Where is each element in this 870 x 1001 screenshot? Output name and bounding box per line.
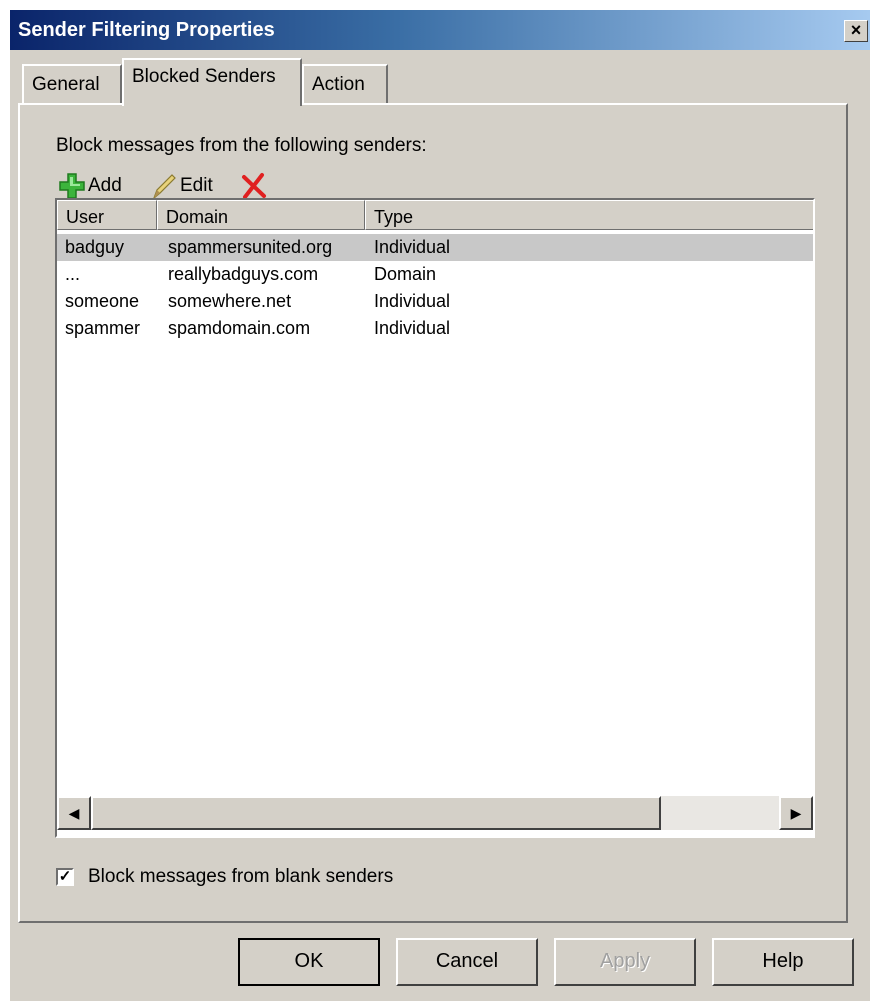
checkmark-icon: ✓: [58, 868, 72, 885]
add-plus-icon: [59, 173, 85, 199]
apply-button: Apply: [554, 938, 696, 986]
column-header-type[interactable]: Type: [365, 200, 813, 230]
tab-general[interactable]: General: [22, 64, 122, 104]
title-bar[interactable]: Sender Filtering Properties ×: [10, 10, 870, 50]
edit-button-label: Edit: [180, 175, 213, 196]
triangle-left-icon: ◀: [68, 805, 80, 821]
window-title: Sender Filtering Properties: [18, 19, 275, 41]
block-blank-senders-option[interactable]: ✓ Block messages from blank senders: [56, 866, 393, 888]
close-button[interactable]: ×: [844, 20, 868, 42]
ok-button[interactable]: OK: [238, 938, 380, 986]
tab-general-label: General: [32, 74, 100, 95]
cell-domain: spammersunited.org: [168, 237, 333, 257]
close-icon: ×: [850, 20, 862, 40]
scroll-right-button[interactable]: ▶: [779, 796, 813, 830]
cell-type: Individual: [374, 237, 451, 257]
pencil-icon: [152, 174, 176, 200]
instructions-label: Block messages from the following sender…: [56, 135, 427, 156]
red-x-icon: [242, 173, 266, 199]
horizontal-scrollbar[interactable]: ◀ ▶: [57, 796, 813, 830]
scroll-thumb[interactable]: [91, 796, 661, 830]
cancel-button[interactable]: Cancel: [396, 938, 538, 986]
cell-user: ...: [65, 264, 81, 284]
tab-blocked-senders[interactable]: Blocked Senders: [122, 58, 302, 106]
cell-type: Individual: [374, 291, 451, 311]
block-blank-senders-label: Block messages from blank senders: [88, 866, 394, 887]
cell-type: Individual: [374, 318, 451, 338]
column-header-domain[interactable]: Domain: [157, 200, 365, 230]
table-row[interactable]: badguy spammersunited.org Individual: [57, 234, 813, 261]
cell-domain: somewhere.net: [168, 291, 292, 311]
tab-action[interactable]: Action: [302, 64, 388, 104]
cell-user: spammer: [65, 318, 141, 338]
table-row[interactable]: ... reallybadguys.com Domain: [57, 261, 813, 288]
table-row[interactable]: someone somewhere.net Individual: [57, 288, 813, 315]
scroll-left-button[interactable]: ◀: [57, 796, 91, 830]
column-header-user[interactable]: User: [57, 200, 157, 230]
cell-user: badguy: [65, 237, 125, 257]
triangle-right-icon: ▶: [790, 805, 802, 821]
list-header: User Domain Type: [57, 200, 813, 230]
blocked-senders-list[interactable]: User Domain Type badguy spammersunited.o…: [55, 198, 815, 838]
block-blank-senders-checkbox[interactable]: ✓: [56, 868, 74, 886]
add-button-label: Add: [88, 175, 122, 196]
help-button[interactable]: Help: [712, 938, 854, 986]
tab-blocked-senders-label: Blocked Senders: [132, 66, 276, 87]
cell-domain: reallybadguys.com: [168, 264, 319, 284]
cell-domain: spamdomain.com: [168, 318, 311, 338]
cell-user: someone: [65, 291, 140, 311]
table-row[interactable]: spammer spamdomain.com Individual: [57, 315, 813, 342]
tab-action-label: Action: [312, 74, 365, 95]
cell-type: Domain: [374, 264, 437, 284]
